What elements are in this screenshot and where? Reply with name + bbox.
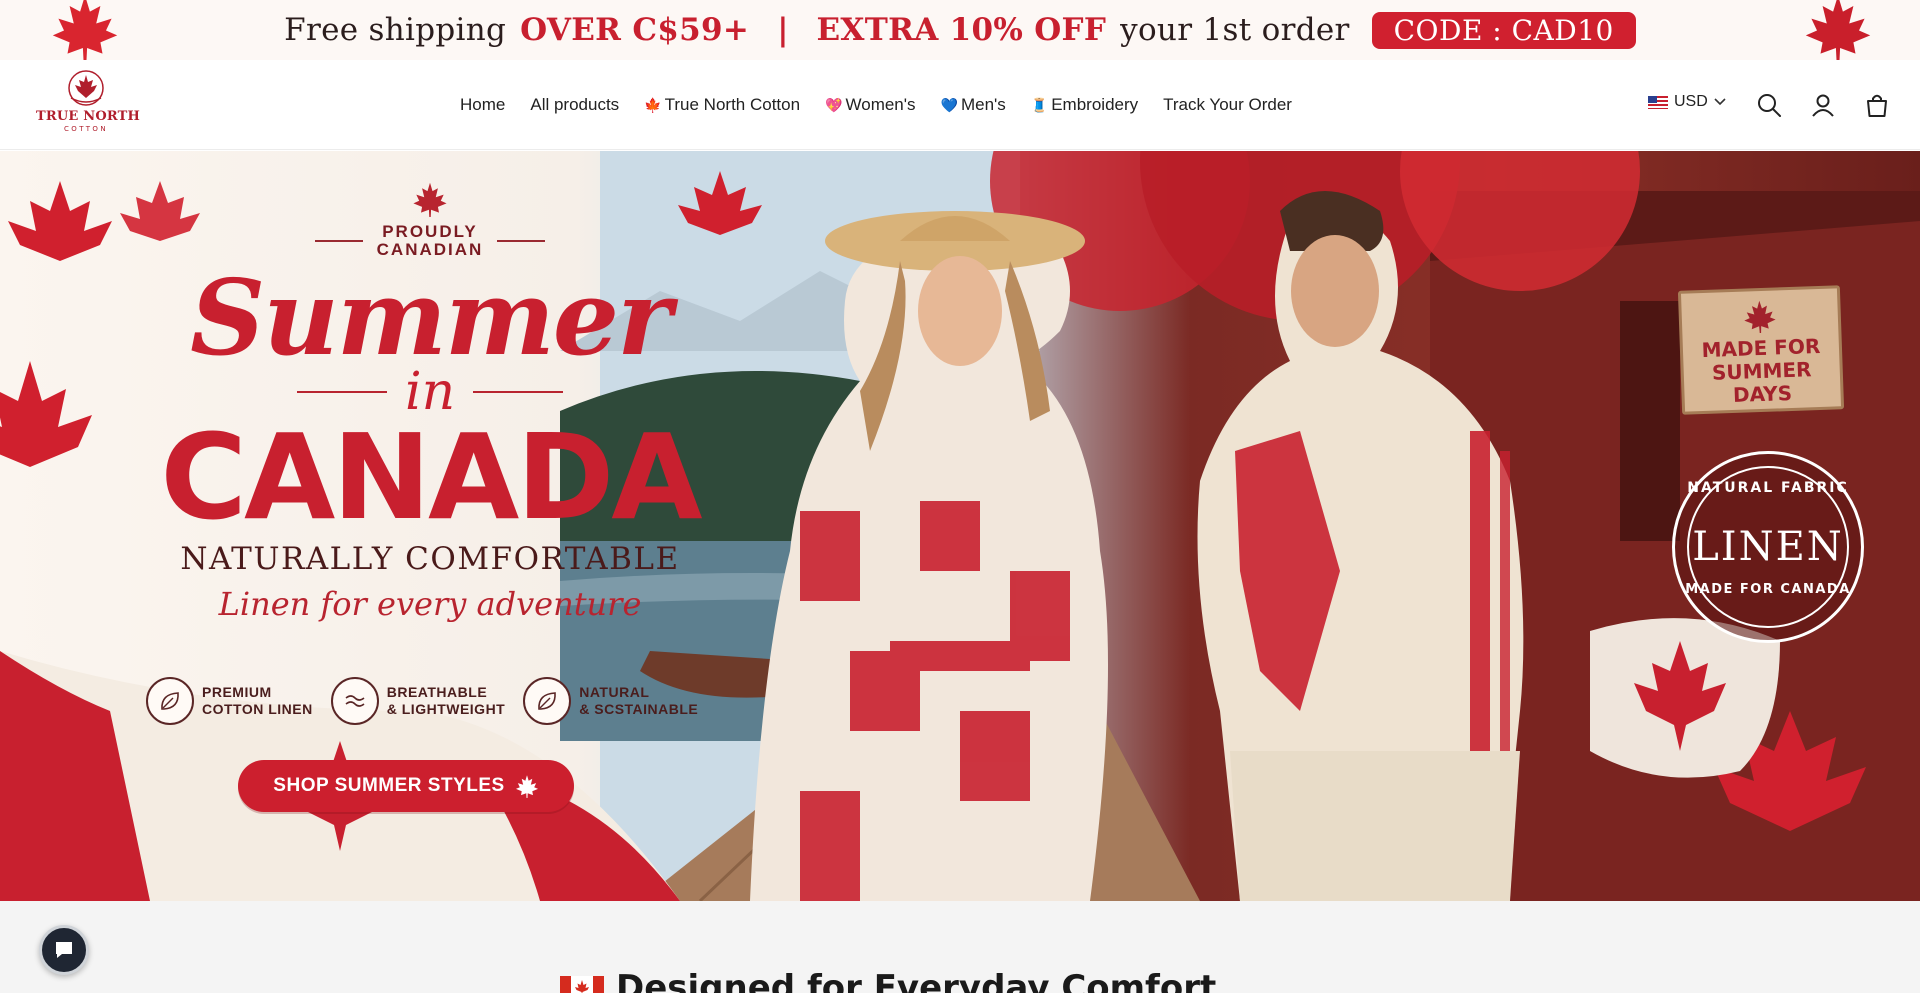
nav-home-label: Home bbox=[460, 95, 506, 114]
nav-embroidery-label: Embroidery bbox=[1051, 95, 1139, 114]
account-icon[interactable] bbox=[1810, 92, 1836, 118]
nav-embroidery[interactable]: 🧵 Embroidery bbox=[1031, 95, 1138, 115]
hero-copy: PROUDLY CANADIAN Summer in CANADA NATURA… bbox=[150, 181, 710, 623]
shop-button-label: SHOP SUMMER STYLES bbox=[273, 775, 505, 796]
thread-icon: 🧵 bbox=[1030, 96, 1049, 113]
proudly-divider-left bbox=[314, 240, 363, 242]
nav-track-order-label: Track Your Order bbox=[1163, 95, 1292, 114]
hero-tagline: NATURALLY COMFORTABLE bbox=[180, 541, 680, 577]
currency-label: USD bbox=[1674, 93, 1708, 110]
logo-sub-text: COTTON bbox=[64, 125, 108, 133]
maple-leaf-decoration-left bbox=[52, 0, 118, 60]
nav-true-north-cotton-label: True North Cotton bbox=[664, 95, 801, 114]
announcement-separator: | bbox=[777, 12, 789, 48]
chat-icon bbox=[56, 942, 72, 958]
leaf-icon bbox=[146, 677, 194, 725]
proudly-line-1: PROUDLY bbox=[382, 222, 478, 241]
leaf-icon bbox=[523, 677, 572, 725]
hero-subtagline: Linen for every adventure bbox=[218, 585, 642, 623]
feature-3-line-1: NATURAL bbox=[579, 684, 650, 700]
chevron-down-icon bbox=[1714, 98, 1726, 106]
section-title-text: Designed for Everyday Comfort bbox=[616, 968, 1217, 993]
nav-home[interactable]: Home bbox=[460, 95, 505, 115]
proudly-canadian-label: PROUDLY CANADIAN bbox=[150, 223, 710, 259]
badge-top-text: NATURAL FABRIC bbox=[1687, 480, 1849, 496]
feature-3-line-2: & SCSTAINABLE bbox=[579, 701, 699, 717]
nav-track-order[interactable]: Track Your Order bbox=[1163, 95, 1292, 115]
feature-2-line-2: & LIGHTWEIGHT bbox=[386, 701, 506, 717]
feature-2-line-1: BREATHABLE bbox=[386, 684, 488, 700]
badge-center-text: LINEN bbox=[1692, 524, 1844, 570]
announcement-threshold: OVER C$59+ bbox=[520, 12, 750, 48]
main-navigation: Home All products 🍁 True North Cotton 💖 Wo… bbox=[460, 60, 1292, 150]
us-flag-icon bbox=[1648, 95, 1668, 109]
feature-item: NATURAL & SCSTAINABLE bbox=[523, 677, 698, 725]
wind-icon bbox=[330, 677, 379, 725]
site-header: TRUE NORTH COTTON Home All products 🍁 Tru… bbox=[0, 60, 1920, 150]
maple-leaf-icon bbox=[1744, 300, 1776, 334]
nav-all-products[interactable]: All products bbox=[530, 95, 619, 115]
nav-womens[interactable]: 💖 Women's bbox=[825, 95, 915, 115]
logo-brand-text: TRUE NORTH bbox=[36, 109, 140, 124]
headline-canada: CANADA bbox=[160, 408, 702, 546]
search-icon[interactable] bbox=[1756, 92, 1782, 118]
in-divider-left bbox=[296, 391, 387, 393]
nav-mens[interactable]: 💙 Men's bbox=[941, 95, 1006, 115]
canada-flag-icon bbox=[560, 976, 604, 993]
crest-icon bbox=[68, 70, 104, 106]
feature-item: PREMIUM COTTON LINEN bbox=[146, 677, 313, 725]
maple-leaf-icon: 🍁 bbox=[644, 96, 662, 113]
linen-badge: NATURAL FABRIC LINEN MADE FOR CANADA bbox=[1672, 451, 1864, 643]
nav-mens-label: Men's bbox=[960, 95, 1006, 114]
promo-code-badge: CODE : CAD10 bbox=[1371, 11, 1636, 49]
maple-leaf-decoration-right bbox=[1805, 0, 1871, 60]
proudly-divider-right bbox=[497, 240, 546, 242]
content-section: Designed for Everyday Comfort bbox=[0, 901, 1920, 993]
sign-line-2: SUMMER DAYS bbox=[1711, 357, 1812, 407]
shop-summer-styles-button[interactable]: SHOP SUMMER STYLES bbox=[238, 760, 574, 812]
blue-heart-icon: 💙 bbox=[940, 96, 958, 113]
badge-bottom-text: MADE FOR CANADA bbox=[1685, 582, 1851, 597]
feature-list: PREMIUM COTTON LINEN BREATHABLE & LIGHTWEI… bbox=[146, 677, 698, 725]
maple-leaf-icon bbox=[515, 775, 538, 798]
nav-womens-label: Women's bbox=[845, 95, 916, 114]
cart-icon[interactable] bbox=[1864, 92, 1890, 118]
maple-leaf-icon bbox=[413, 182, 447, 217]
feature-1-line-1: PREMIUM bbox=[202, 684, 272, 700]
summer-days-sign: MADE FOR SUMMER DAYS bbox=[1677, 285, 1845, 415]
chat-button[interactable] bbox=[39, 925, 89, 975]
hero-banner[interactable]: PROUDLY CANADIAN Summer in CANADA NATURA… bbox=[0, 151, 1920, 901]
feature-item: BREATHABLE & LIGHTWEIGHT bbox=[330, 677, 506, 725]
headline-summer: Summer bbox=[190, 256, 672, 379]
announcement-first-order: your 1st order bbox=[1120, 12, 1350, 48]
nav-all-products-label: All products bbox=[530, 95, 620, 114]
pink-heart-icon: 💖 bbox=[825, 96, 843, 113]
nav-true-north-cotton[interactable]: 🍁 True North Cotton bbox=[644, 95, 800, 115]
announcement-bar: Free shipping OVER C$59+ | EXTRA 10% OFF… bbox=[0, 0, 1920, 60]
announcement-free-shipping: Free shipping bbox=[284, 12, 507, 48]
currency-selector[interactable]: USD bbox=[1648, 93, 1726, 111]
store-logo[interactable]: TRUE NORTH COTTON bbox=[36, 68, 140, 142]
in-divider-right bbox=[473, 391, 564, 393]
announcement-discount: EXTRA 10% OFF bbox=[816, 12, 1107, 48]
feature-1-line-2: COTTON LINEN bbox=[202, 701, 313, 717]
section-title: Designed for Everyday Comfort bbox=[560, 968, 1216, 993]
